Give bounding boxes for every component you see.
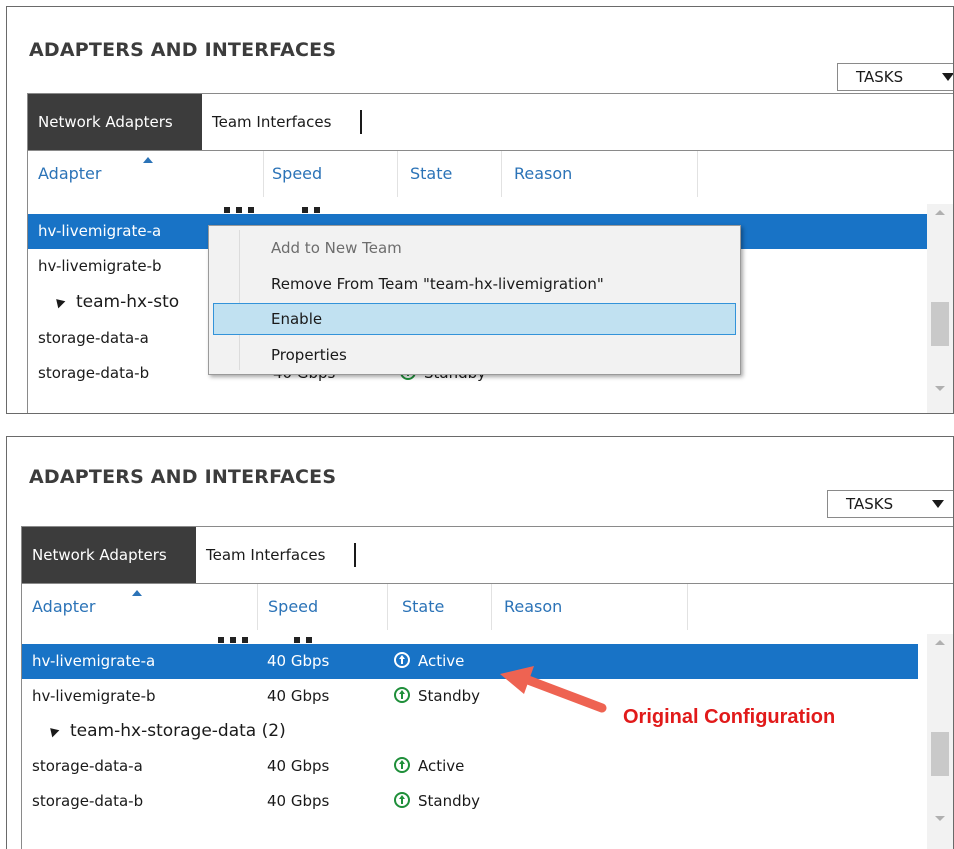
column-header-reason[interactable]: Reason [492, 584, 688, 630]
table-row[interactable]: hv-livemigrate-a 40 Gbps Active [22, 644, 918, 679]
column-header-adapter[interactable]: Adapter [28, 151, 264, 197]
column-header-state[interactable]: State [398, 151, 502, 197]
column-label: Reason [504, 597, 563, 616]
tab-bar: Network Adapters Team Interfaces [22, 527, 953, 583]
tab-network-adapters[interactable]: Network Adapters [22, 527, 196, 583]
tab-team-interfaces[interactable]: Team Interfaces [202, 94, 362, 150]
adapter-name: hv-livemigrate-b [38, 257, 162, 275]
column-header-row: Adapter Speed State Reason [28, 151, 953, 197]
vertical-scrollbar[interactable] [927, 204, 953, 413]
panel-title: ADAPTERS AND INTERFACES [29, 466, 337, 488]
state-label: Active [418, 652, 465, 670]
state-up-arrow-icon [394, 686, 410, 703]
column-label: Speed [268, 597, 319, 616]
adapter-state: Active [394, 749, 464, 784]
tab-separator [354, 543, 356, 567]
column-label: State [402, 597, 445, 616]
tab-separator [360, 110, 362, 134]
adapter-speed: 40 Gbps [267, 687, 330, 705]
scroll-up-arrow-icon[interactable] [935, 640, 945, 645]
column-header-reason[interactable]: Reason [502, 151, 698, 197]
partially-visible-row [224, 207, 254, 213]
column-label: Speed [272, 164, 323, 183]
scroll-down-arrow-icon[interactable] [935, 386, 945, 391]
tasks-label: TASKS [846, 495, 894, 513]
column-label: Reason [514, 164, 573, 183]
group-label: team-hx-sto [52, 285, 180, 320]
column-header-row: Adapter Speed State Reason [22, 584, 953, 630]
group-name: team-hx-sto [76, 292, 180, 312]
collapse-caret-icon[interactable] [52, 295, 66, 309]
adapter-speed: 40 Gbps [267, 757, 330, 775]
menu-item-remove-from-team[interactable]: Remove From Team "team-hx-livemigration" [213, 268, 736, 300]
tasks-dropdown-button[interactable]: TASKS [837, 63, 953, 91]
collapse-caret-icon[interactable] [46, 724, 60, 738]
adapter-state: Standby [394, 784, 480, 819]
chevron-down-icon [942, 73, 953, 81]
column-header-state[interactable]: State [388, 584, 492, 630]
adapter-name: hv-livemigrate-a [32, 652, 156, 670]
column-label: State [410, 164, 453, 183]
column-header-speed[interactable]: Speed [258, 584, 388, 630]
adapters-list-frame: Network Adapters Team Interfaces Adapter… [21, 526, 953, 849]
tab-label: Team Interfaces [212, 113, 332, 131]
partially-visible-row [218, 637, 248, 643]
table-row[interactable]: storage-data-b 40 Gbps Standby [22, 784, 918, 819]
scroll-up-arrow-icon[interactable] [935, 210, 945, 215]
partially-visible-row [302, 207, 326, 213]
context-menu: Add to New Team Remove From Team "team-h… [208, 225, 741, 375]
column-header-speed[interactable]: Speed [264, 151, 398, 197]
callout-label: Original Configuration [623, 706, 836, 728]
group-name: team-hx-storage-data (2) [70, 721, 286, 741]
tasks-label: TASKS [856, 68, 904, 86]
adapter-name: storage-data-b [32, 792, 144, 810]
scroll-down-arrow-icon[interactable] [935, 816, 945, 821]
tab-team-interfaces[interactable]: Team Interfaces [196, 527, 356, 583]
table-row[interactable]: storage-data-a 40 Gbps Active [22, 749, 918, 784]
partially-visible-row [294, 637, 318, 643]
menu-item-enable[interactable]: Enable [213, 303, 736, 335]
state-label: Standby [418, 792, 481, 810]
tab-label: Team Interfaces [206, 546, 326, 564]
state-label: Active [418, 757, 465, 775]
tab-bar: Network Adapters Team Interfaces [28, 94, 953, 150]
adapter-state: Standby [394, 679, 480, 714]
state-up-arrow-icon [394, 791, 410, 808]
adapter-name: hv-livemigrate-a [38, 222, 162, 240]
adapter-speed: 40 Gbps [267, 652, 330, 670]
adapter-name: storage-data-b [38, 364, 150, 382]
sort-ascending-icon [143, 157, 153, 163]
adapter-name: storage-data-a [38, 329, 149, 347]
tab-label: Network Adapters [32, 546, 167, 564]
adapter-state: Active [394, 644, 464, 679]
scrollbar-thumb[interactable] [931, 302, 949, 346]
state-label: Standby [418, 687, 481, 705]
state-up-arrow-icon [394, 651, 410, 668]
scrollbar-thumb[interactable] [931, 732, 949, 776]
column-label: Adapter [38, 164, 102, 183]
tab-network-adapters[interactable]: Network Adapters [28, 94, 202, 150]
adapter-name: hv-livemigrate-b [32, 687, 156, 705]
state-up-arrow-icon [394, 756, 410, 773]
menu-item-add-to-new-team[interactable]: Add to New Team [213, 232, 736, 264]
adapter-speed: 40 Gbps [267, 792, 330, 810]
chevron-down-icon [932, 500, 944, 508]
group-label: team-hx-storage-data (2) [46, 714, 286, 749]
vertical-scrollbar[interactable] [927, 634, 953, 849]
callout-arrow-icon [500, 666, 607, 713]
tab-label: Network Adapters [38, 113, 173, 131]
sort-ascending-icon [132, 590, 142, 596]
panel-title: ADAPTERS AND INTERFACES [29, 39, 337, 61]
column-header-adapter[interactable]: Adapter [22, 584, 258, 630]
tasks-dropdown-button[interactable]: TASKS [827, 490, 953, 518]
bottom-panel: ADAPTERS AND INTERFACES TASKS Network Ad… [6, 436, 954, 849]
menu-item-properties[interactable]: Properties [213, 339, 736, 371]
adapter-name: storage-data-a [32, 757, 143, 775]
column-label: Adapter [32, 597, 96, 616]
